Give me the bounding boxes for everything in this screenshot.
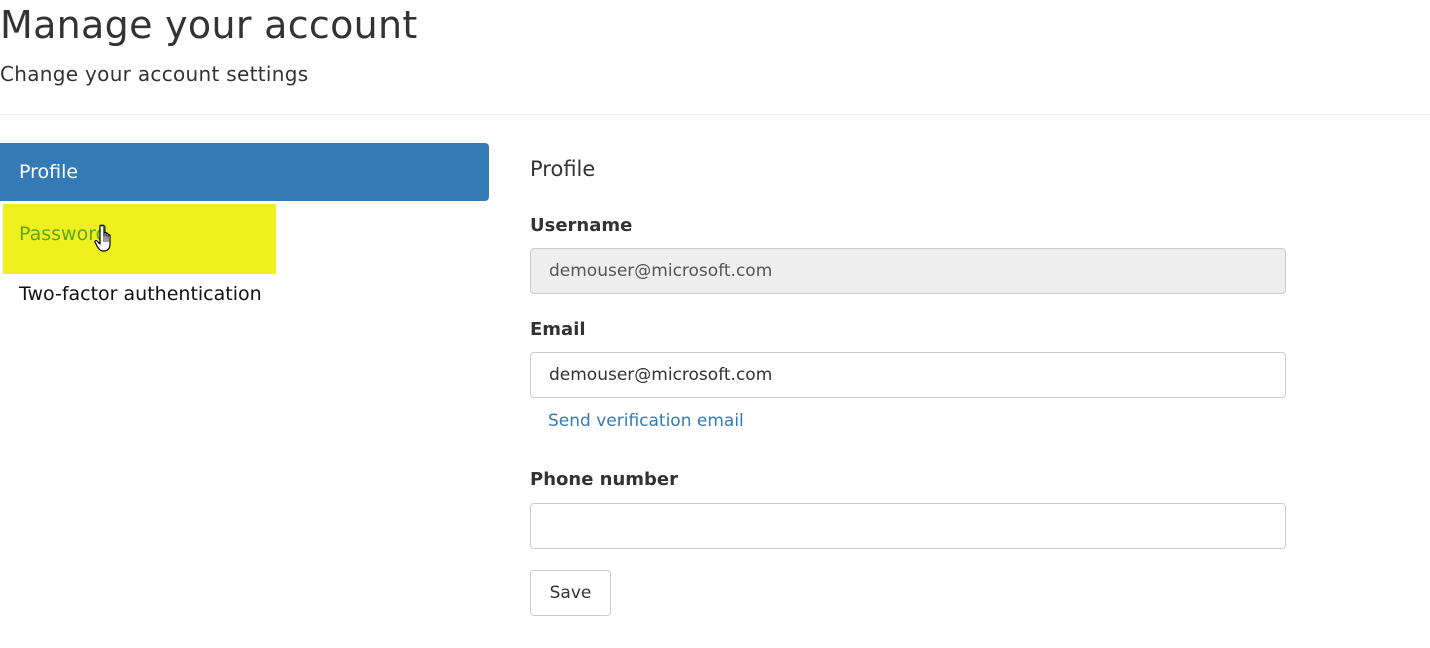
header-divider <box>0 114 1430 115</box>
page-title: Manage your account <box>0 3 418 47</box>
hand-pointer-icon <box>94 224 111 252</box>
nav-item-label: Profile <box>19 161 79 183</box>
email-field[interactable] <box>530 352 1286 398</box>
section-title: Profile <box>530 157 596 181</box>
nav-item-password[interactable]: Password <box>0 205 489 263</box>
page-subtitle: Change your account settings <box>0 62 309 86</box>
phone-number-field[interactable] <box>530 503 1286 549</box>
username-label: Username <box>530 215 633 236</box>
email-label: Email <box>530 319 586 340</box>
phone-label: Phone number <box>530 469 679 490</box>
nav-item-two-factor[interactable]: Two-factor authentication <box>0 266 489 322</box>
nav-item-label: Two-factor authentication <box>19 283 262 305</box>
username-field <box>530 248 1286 294</box>
nav-item-profile[interactable]: Profile <box>0 143 489 201</box>
save-button[interactable]: Save <box>530 570 611 616</box>
send-verification-email-link[interactable]: Send verification email <box>548 409 744 433</box>
